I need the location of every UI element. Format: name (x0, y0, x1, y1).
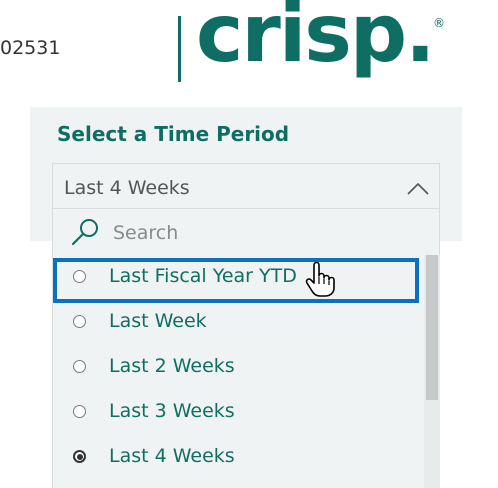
time-period-dropdown[interactable]: Last 4 Weeks (52, 163, 440, 209)
option-last-3-weeks[interactable]: Last 3 Weeks (53, 390, 423, 435)
report-id-text: 02531 (0, 37, 61, 59)
radio-button[interactable] (73, 405, 86, 418)
option-last-4-weeks[interactable]: Last 4 Weeks (53, 435, 423, 480)
crisp-logo: crisp. (196, 0, 436, 80)
scrollbar[interactable] (424, 255, 440, 488)
hand-pointer-icon (305, 261, 335, 302)
dropdown-selected-value: Last 4 Weeks (64, 177, 190, 199)
option-last-week[interactable]: Last Week (53, 300, 423, 345)
search-input[interactable] (113, 220, 413, 246)
options-list: Last Fiscal Year YTD Last Week Last 2 We… (52, 255, 440, 488)
radio-button[interactable] (73, 360, 86, 373)
logo-divider (178, 16, 181, 82)
search-row (52, 209, 440, 255)
filter-title: Select a Time Period (57, 122, 290, 146)
option-label: Last Week (109, 310, 207, 332)
option-last-fiscal-year-ytd[interactable]: Last Fiscal Year YTD (53, 255, 423, 300)
radio-button[interactable] (73, 270, 86, 283)
option-label: Last Fiscal Year YTD (109, 265, 297, 287)
option-last-2-weeks[interactable]: Last 2 Weeks (53, 345, 423, 390)
scrollbar-thumb[interactable] (426, 255, 438, 400)
radio-button-checked[interactable] (73, 450, 86, 463)
option-label: Last 4 Weeks (109, 445, 235, 467)
radio-button[interactable] (73, 315, 86, 328)
chevron-up-icon[interactable] (407, 180, 429, 199)
search-icon (70, 218, 100, 250)
option-label: Last 3 Weeks (109, 400, 235, 422)
option-label: Last 2 Weeks (109, 355, 235, 377)
registered-mark: ® (433, 16, 445, 30)
